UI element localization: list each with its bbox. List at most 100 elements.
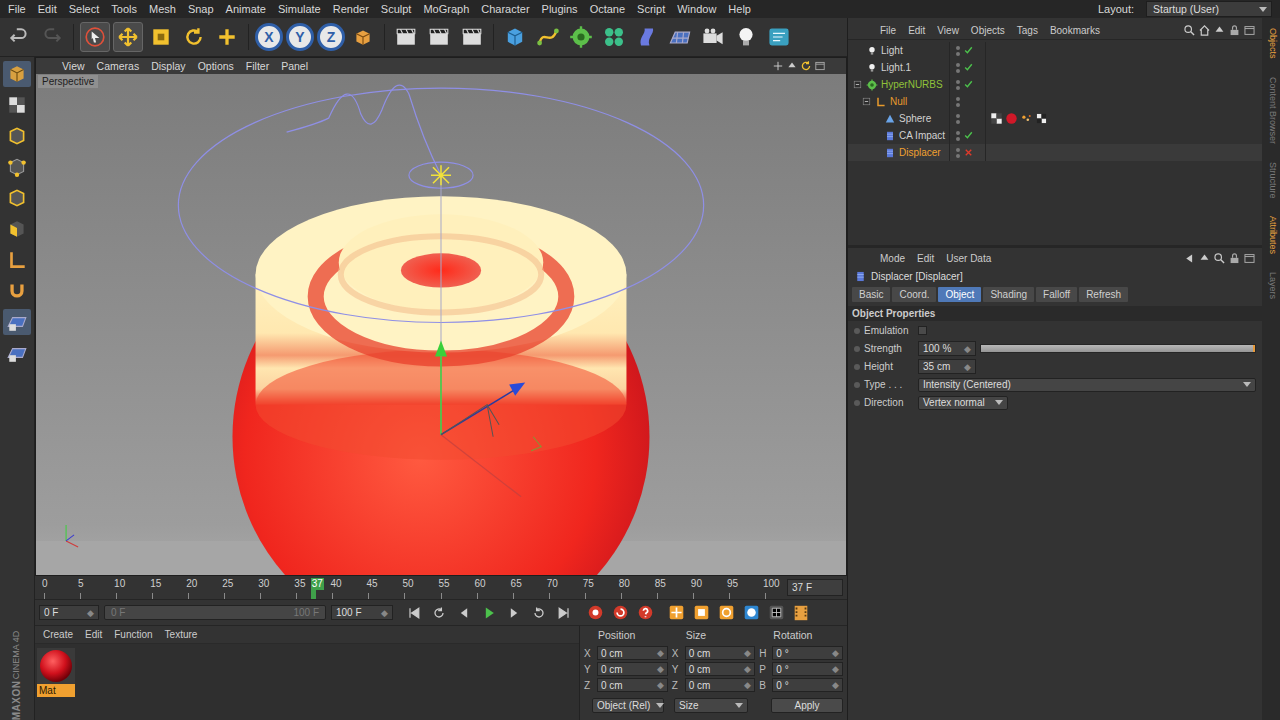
attribute-tab[interactable]: Shading xyxy=(983,287,1034,302)
current-frame-field[interactable]: 37 F xyxy=(787,579,843,596)
keyframe-dot[interactable] xyxy=(854,364,860,370)
object-row[interactable]: Light.1 xyxy=(848,59,1262,76)
object-tag[interactable] xyxy=(990,112,1003,125)
transport-button[interactable] xyxy=(404,603,424,623)
menu-item[interactable]: Simulate xyxy=(272,3,327,15)
key-filter-button[interactable] xyxy=(716,603,736,623)
menu-item[interactable]: Edit xyxy=(32,3,63,15)
viewport-menu-item[interactable]: Options xyxy=(192,60,240,72)
enable-toggle[interactable] xyxy=(963,113,974,124)
material-menu-item[interactable]: Edit xyxy=(79,629,108,640)
number-field[interactable]: 35 cm◆ xyxy=(918,359,976,374)
end-frame-field[interactable]: 100 F◆ xyxy=(331,605,393,620)
material-menu-item[interactable]: Texture xyxy=(159,629,204,640)
create-button[interactable] xyxy=(599,22,629,52)
tool-button[interactable] xyxy=(113,22,143,52)
number-field[interactable]: 100 %◆ xyxy=(918,341,976,356)
menu-item[interactable]: Help xyxy=(722,3,757,15)
side-tab[interactable]: Attributes xyxy=(1262,212,1280,258)
attribute-menu-item[interactable]: User Data xyxy=(940,253,997,264)
visibility-dots[interactable] xyxy=(956,63,960,73)
keyframe-dot[interactable] xyxy=(854,400,860,406)
menu-item[interactable]: Plugins xyxy=(536,3,584,15)
axis-lock-button[interactable]: Z xyxy=(317,23,345,51)
viewport-menu-item[interactable]: View xyxy=(56,60,91,72)
viewport-menu-item[interactable]: Cameras xyxy=(91,60,146,72)
transport-button[interactable] xyxy=(429,603,449,623)
render-button[interactable] xyxy=(457,22,487,52)
redo-button[interactable] xyxy=(37,22,67,52)
object-row[interactable]: Light xyxy=(848,42,1262,59)
coordinate-field[interactable]: 0 cm◆ xyxy=(685,662,756,676)
coordinate-field[interactable]: 0 °◆ xyxy=(772,646,843,660)
dropdown[interactable]: Vertex normal xyxy=(918,396,1008,410)
coordinate-field[interactable]: 0 cm◆ xyxy=(685,678,756,692)
checkbox[interactable] xyxy=(918,326,927,335)
material-menu-item[interactable]: Function xyxy=(108,629,158,640)
mode-button[interactable] xyxy=(3,216,31,242)
tool-button[interactable] xyxy=(212,22,242,52)
attribute-tab[interactable]: Basic xyxy=(852,287,890,302)
object-tag[interactable] xyxy=(1005,112,1018,125)
object-menu-item[interactable]: Edit xyxy=(902,25,931,36)
menu-item[interactable]: Mesh xyxy=(143,3,182,15)
undo-button[interactable] xyxy=(4,22,34,52)
menu-item[interactable]: Octane xyxy=(584,3,631,15)
create-button[interactable] xyxy=(698,22,728,52)
render-button[interactable] xyxy=(424,22,454,52)
keyframe-dot[interactable] xyxy=(854,382,860,388)
scene-canvas[interactable] xyxy=(36,74,846,575)
create-button[interactable] xyxy=(566,22,596,52)
enable-toggle[interactable] xyxy=(963,62,974,73)
menu-item[interactable]: Animate xyxy=(220,3,272,15)
transport-button[interactable] xyxy=(454,603,474,623)
enable-toggle[interactable] xyxy=(963,96,974,107)
transport-button[interactable] xyxy=(554,603,574,623)
key-button[interactable] xyxy=(635,603,655,623)
side-tab[interactable]: Structure xyxy=(1262,158,1280,203)
coordinate-field[interactable]: 0 °◆ xyxy=(772,662,843,676)
attribute-menu-item[interactable]: Edit xyxy=(911,253,940,264)
mode-button[interactable] xyxy=(3,278,31,304)
object-menu-item[interactable]: View xyxy=(931,25,965,36)
mode-button[interactable] xyxy=(3,92,31,118)
slider[interactable] xyxy=(980,344,1256,353)
mode-button[interactable] xyxy=(3,340,31,366)
menu-item[interactable]: Render xyxy=(327,3,375,15)
side-tab[interactable]: Content Browser xyxy=(1262,73,1280,148)
keyframe-dot[interactable] xyxy=(854,346,860,352)
visibility-dots[interactable] xyxy=(956,114,960,124)
material-menu-item[interactable]: Create xyxy=(37,629,79,640)
menu-item[interactable]: Window xyxy=(671,3,722,15)
visibility-dots[interactable] xyxy=(956,80,960,90)
tool-button[interactable] xyxy=(80,22,110,52)
mode-button[interactable] xyxy=(3,309,31,335)
start-frame-field[interactable]: 0 F◆ xyxy=(39,605,99,620)
tool-button[interactable] xyxy=(146,22,176,52)
coordinate-field[interactable]: 0 cm◆ xyxy=(597,646,668,660)
attribute-tab[interactable]: Refresh xyxy=(1079,287,1128,302)
object-menu-item[interactable]: Bookmarks xyxy=(1044,25,1106,36)
axis-lock-button[interactable]: X xyxy=(255,23,283,51)
create-button[interactable] xyxy=(500,22,530,52)
axis-gizmo[interactable] xyxy=(431,165,541,497)
object-tag[interactable] xyxy=(1020,112,1033,125)
visibility-dots[interactable] xyxy=(956,46,960,56)
viewport-menu-item[interactable]: Filter xyxy=(240,60,275,72)
key-filter-button[interactable] xyxy=(766,603,786,623)
transport-button[interactable] xyxy=(529,603,549,623)
playhead[interactable]: 37 xyxy=(311,578,324,599)
menu-item[interactable]: File xyxy=(2,3,32,15)
key-filter-button[interactable] xyxy=(666,603,686,623)
attribute-tab[interactable]: Falloff xyxy=(1036,287,1077,302)
mode-button[interactable] xyxy=(3,154,31,180)
enable-toggle[interactable] xyxy=(963,45,974,56)
attribute-menu-item[interactable]: Mode xyxy=(874,253,911,264)
menu-item[interactable]: Snap xyxy=(182,3,220,15)
size-mode-select[interactable]: Size xyxy=(674,698,748,713)
menu-item[interactable]: Script xyxy=(631,3,671,15)
timeline-ruler[interactable]: 0510152025303540455055606570758085909510… xyxy=(44,576,765,599)
coordinate-system-button[interactable] xyxy=(348,22,378,52)
menu-item[interactable]: Sculpt xyxy=(375,3,418,15)
preview-range-slider[interactable]: 0 F100 F xyxy=(104,605,326,620)
